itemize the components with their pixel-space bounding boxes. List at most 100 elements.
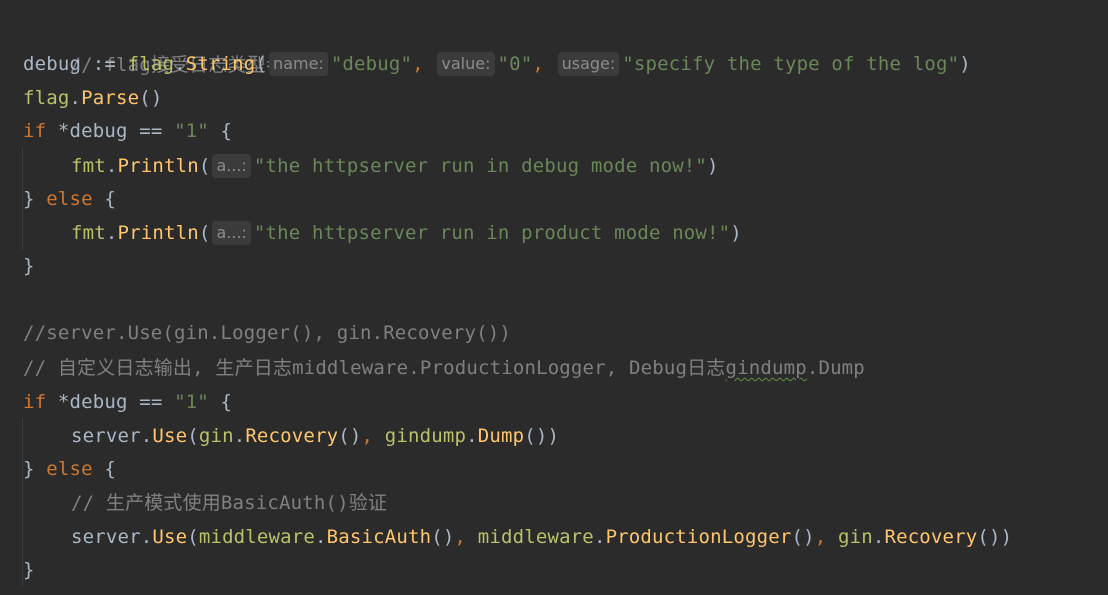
object-name: server	[71, 526, 141, 548]
package-name: flag	[127, 53, 175, 75]
code-line-16[interactable]: }	[23, 553, 35, 587]
code-line-8[interactable]: }	[23, 249, 35, 283]
comma: ,	[454, 526, 478, 548]
open-paren: (	[198, 155, 211, 177]
dot: .	[233, 425, 246, 447]
condition: *debug ==	[46, 391, 175, 413]
dot: .	[69, 87, 82, 109]
package-name: fmt	[71, 155, 106, 177]
code-line-1[interactable]: // flag接受日志类型参数	[23, 14, 304, 76]
dot: .	[174, 53, 186, 75]
open-brace: {	[92, 458, 116, 480]
dot: .	[872, 526, 885, 548]
close-paren: )	[730, 222, 742, 244]
close-brace: }	[23, 255, 35, 277]
parens: ()	[139, 87, 163, 109]
dot: .	[466, 425, 478, 447]
close-brace: }	[23, 188, 47, 210]
comment: .Dump	[806, 357, 865, 379]
close-brace: }	[23, 458, 47, 480]
typo-underlined-word: gindump	[725, 357, 807, 379]
function-name: Dump	[477, 425, 525, 447]
package-name: middleware	[198, 526, 316, 548]
code-line-3[interactable]: flag.Parse()	[23, 81, 162, 115]
comma: ,	[814, 526, 838, 548]
parens: ()	[791, 526, 815, 548]
inlay-hint-usage: usage:	[557, 52, 620, 76]
package-name: middleware	[477, 526, 594, 548]
code-line-14[interactable]: // 生产模式使用BasicAuth()验证	[71, 486, 387, 520]
comma: ,	[412, 53, 436, 75]
function-name: Recovery	[245, 425, 339, 447]
string-literal: "debug"	[330, 53, 413, 75]
dot: .	[105, 155, 118, 177]
package-name: gin	[837, 526, 873, 548]
comment: // 生产模式使用BasicAuth()验证	[71, 492, 388, 514]
code-line-13[interactable]: } else {	[23, 452, 116, 486]
keyword-if: if	[23, 391, 47, 413]
open-brace: {	[92, 188, 116, 210]
keyword-else: else	[46, 188, 93, 210]
close-paren: )	[707, 155, 719, 177]
parens: ())	[977, 526, 1013, 548]
code-line-11[interactable]: if *debug == "1" {	[23, 385, 232, 419]
open-paren: (	[187, 425, 199, 447]
package-name: fmt	[71, 222, 106, 244]
string-literal: "0"	[497, 53, 533, 75]
function-name: Parse	[81, 87, 140, 109]
open-brace: {	[208, 120, 233, 142]
inlay-hint-value: value:	[437, 52, 495, 76]
dot: .	[140, 425, 153, 447]
code-line-6[interactable]: } else {	[23, 182, 116, 216]
inlay-hint-args: a...:	[212, 221, 251, 245]
package-name: flag	[23, 87, 70, 109]
code-line-12[interactable]: server.Use(gin.Recovery(), gindump.Dump(…	[71, 419, 559, 453]
code-line-15[interactable]: server.Use(middleware.BasicAuth(), middl…	[71, 520, 1012, 554]
keyword-if: if	[23, 120, 47, 142]
close-paren: )	[959, 53, 971, 75]
string-literal: "the httpserver run in product mode now!…	[253, 222, 731, 244]
string-literal: "specify the type of the log"	[622, 53, 960, 75]
code-line-2[interactable]: debug := flag.String(name: "debug", value…	[23, 47, 971, 81]
code-line-4[interactable]: if *debug == "1" {	[23, 114, 232, 148]
code-line-9[interactable]: //server.Use(gin.Logger(), gin.Recovery(…	[23, 316, 511, 350]
dot: .	[140, 526, 153, 548]
function-name: Use	[152, 526, 188, 548]
operator: :=	[81, 53, 128, 75]
package-name: gindump	[384, 425, 467, 447]
parens: ())	[524, 425, 560, 447]
function-name: Use	[152, 425, 188, 447]
open-paren: (	[255, 53, 268, 75]
comma: ,	[532, 53, 556, 75]
function-name: Recovery	[884, 526, 978, 548]
string-literal: "1"	[174, 120, 209, 142]
function-name: Println	[117, 155, 199, 177]
code-line-7[interactable]: fmt.Println(a...: "the httpserver run in …	[71, 216, 742, 250]
close-brace: }	[23, 559, 35, 581]
dot: .	[315, 526, 327, 548]
function-name: BasicAuth	[326, 526, 432, 548]
condition: *debug ==	[46, 120, 175, 142]
code-line-10[interactable]: // 自定义日志输出, 生产日志middleware.ProductionLog…	[23, 351, 865, 385]
code-line-5[interactable]: fmt.Println(a...: "the httpserver run in …	[71, 149, 719, 183]
string-literal: "the httpserver run in debug mode now!"	[253, 155, 708, 177]
code-editor[interactable]: // flag接受日志类型参数 debug := flag.String(nam…	[0, 0, 1108, 595]
comment: // 自定义日志输出, 生产日志middleware.ProductionLog…	[23, 357, 726, 379]
comma: ,	[361, 425, 385, 447]
function-name: Println	[117, 222, 199, 244]
function-name: ProductionLogger	[605, 526, 792, 548]
function-name: String	[185, 53, 256, 75]
open-paren: (	[198, 222, 211, 244]
string-literal: "1"	[174, 391, 209, 413]
dot: .	[105, 222, 118, 244]
parens: ()	[431, 526, 455, 548]
inlay-hint-name: name:	[269, 52, 328, 76]
keyword-else: else	[46, 458, 93, 480]
package-name: gin	[198, 425, 234, 447]
comment: //server.Use(gin.Logger(), gin.Recovery(…	[23, 322, 511, 344]
object-name: server	[71, 425, 141, 447]
open-brace: {	[208, 391, 233, 413]
variable: debug	[23, 53, 82, 75]
inlay-hint-args: a...:	[212, 154, 251, 178]
open-paren: (	[187, 526, 199, 548]
